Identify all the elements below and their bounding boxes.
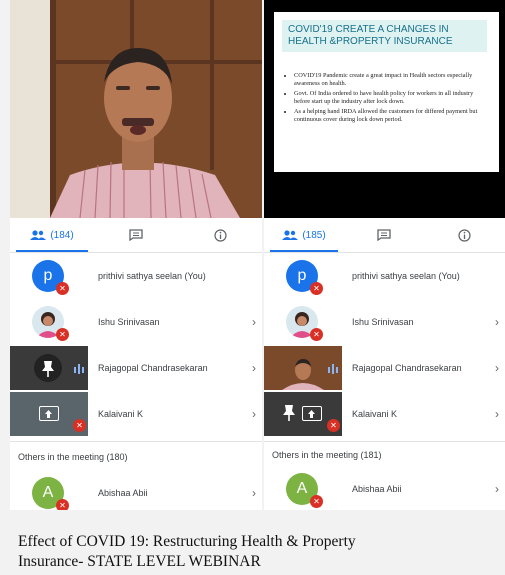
- participant-name: Kalaivani K: [98, 409, 144, 419]
- others-section-label: Others in the meeting (181): [272, 450, 382, 460]
- pin-badge: [34, 354, 62, 382]
- participant-name: Ishu Srinivasan: [98, 317, 160, 327]
- participant-row[interactable]: A ✕ Abishaa Abii ›: [10, 470, 262, 510]
- pin-icon: [283, 405, 295, 421]
- participant-name: Rajagopal Chandrasekaran: [352, 363, 462, 373]
- info-icon: [213, 228, 227, 242]
- caption-line: Insurance- STATE LEVEL WEBINAR: [18, 553, 261, 570]
- slide-bullet: As a helping hand IRDA allowed the custo…: [294, 108, 490, 123]
- slide-bullet: COVID'19 Pandemic create a great impact …: [294, 72, 490, 87]
- tab-people[interactable]: (184): [10, 218, 94, 252]
- people-count: (184): [50, 229, 74, 241]
- chevron-right-icon[interactable]: ›: [495, 482, 499, 496]
- participant-row[interactable]: Rajagopal Chandrasekaran ›: [10, 345, 262, 391]
- chevron-right-icon[interactable]: ›: [495, 361, 499, 375]
- mic-off-icon: ✕: [327, 419, 340, 432]
- chevron-right-icon[interactable]: ›: [252, 361, 256, 375]
- participant-row[interactable]: Rajagopal Chandrasekaran ›: [264, 345, 505, 391]
- participant-row-you[interactable]: p ✕ prithivi sathya seelan (You): [264, 253, 505, 299]
- slide-bullets: COVID'19 Pandemic create a great impact …: [286, 72, 490, 127]
- audio-level-icon: [74, 364, 84, 374]
- people-count: (185): [302, 229, 326, 241]
- divider: [264, 441, 505, 442]
- speaker-video[interactable]: [10, 0, 262, 218]
- participant-row-you[interactable]: p ✕ prithivi sathya seelan (You): [10, 253, 262, 299]
- participant-row[interactable]: A ✕ Abishaa Abii ›: [264, 466, 505, 510]
- video-thumbnail: ✕: [264, 392, 342, 436]
- left-meeting-panel: (184) p ✕ prithivi sathya seelan (You) ✕…: [10, 0, 262, 510]
- participant-name: Abishaa Abii: [98, 488, 148, 498]
- chevron-right-icon[interactable]: ›: [252, 486, 256, 500]
- tab-chat[interactable]: [94, 218, 178, 252]
- participant-name: Kalaivani K: [352, 409, 398, 419]
- info-icon: [458, 228, 471, 242]
- mic-off-icon: ✕: [310, 328, 323, 341]
- people-icon: [282, 230, 299, 240]
- slide-title: COVID'19 CREATE A CHANGES IN HEALTH &PRO…: [282, 20, 487, 52]
- participant-name: Rajagopal Chandrasekaran: [98, 363, 208, 373]
- people-icon: [30, 230, 47, 240]
- mic-off-icon: ✕: [310, 495, 323, 508]
- present-screen-icon: [39, 406, 59, 421]
- mic-off-icon: ✕: [56, 282, 69, 295]
- meeting-tabs: (184): [10, 218, 262, 253]
- participant-row[interactable]: ✕ Ishu Srinivasan ›: [10, 299, 262, 345]
- chat-icon: [129, 229, 143, 241]
- tab-chat[interactable]: [344, 218, 424, 252]
- participant-name: prithivi sathya seelan (You): [98, 271, 206, 281]
- mic-off-icon: ✕: [56, 499, 69, 510]
- webinar-caption: Effect of COVID 19: Restructuring Health…: [18, 532, 356, 572]
- divider: [10, 441, 262, 442]
- chevron-right-icon[interactable]: ›: [495, 407, 499, 421]
- present-screen-icon: [302, 406, 322, 421]
- chat-icon: [377, 229, 391, 241]
- video-thumbnail: ✕: [10, 392, 88, 436]
- chevron-right-icon[interactable]: ›: [495, 315, 499, 329]
- chevron-right-icon[interactable]: ›: [252, 407, 256, 421]
- mic-off-icon: ✕: [56, 328, 69, 341]
- participant-name: prithivi sathya seelan (You): [352, 271, 460, 281]
- tab-info[interactable]: [424, 218, 505, 252]
- meeting-tabs: (185): [264, 218, 505, 253]
- tab-people[interactable]: (185): [264, 218, 344, 252]
- presentation-video[interactable]: COVID'19 CREATE A CHANGES IN HEALTH &PRO…: [264, 0, 505, 218]
- chevron-right-icon[interactable]: ›: [252, 315, 256, 329]
- participant-row[interactable]: ✕ Ishu Srinivasan ›: [264, 299, 505, 345]
- right-meeting-panel: COVID'19 CREATE A CHANGES IN HEALTH &PRO…: [264, 0, 505, 510]
- caption-line: Effect of COVID 19: Restructuring Health…: [18, 533, 356, 550]
- presentation-slide: COVID'19 CREATE A CHANGES IN HEALTH &PRO…: [274, 12, 499, 172]
- participant-name: Abishaa Abii: [352, 484, 402, 494]
- mic-off-icon: ✕: [73, 419, 86, 432]
- speaker-video-frame: [10, 0, 262, 218]
- participant-name: Ishu Srinivasan: [352, 317, 414, 327]
- participant-row[interactable]: ✕ Kalaivani K ›: [10, 391, 262, 437]
- others-section-label: Others in the meeting (180): [18, 452, 128, 462]
- slide-bullet: Govt. Of India ordered to have health po…: [294, 90, 490, 105]
- tab-info[interactable]: [178, 218, 262, 252]
- audio-level-icon: [328, 364, 338, 374]
- pin-icon: [42, 361, 54, 377]
- mic-off-icon: ✕: [310, 282, 323, 295]
- participant-row[interactable]: ✕ Kalaivani K ›: [264, 391, 505, 437]
